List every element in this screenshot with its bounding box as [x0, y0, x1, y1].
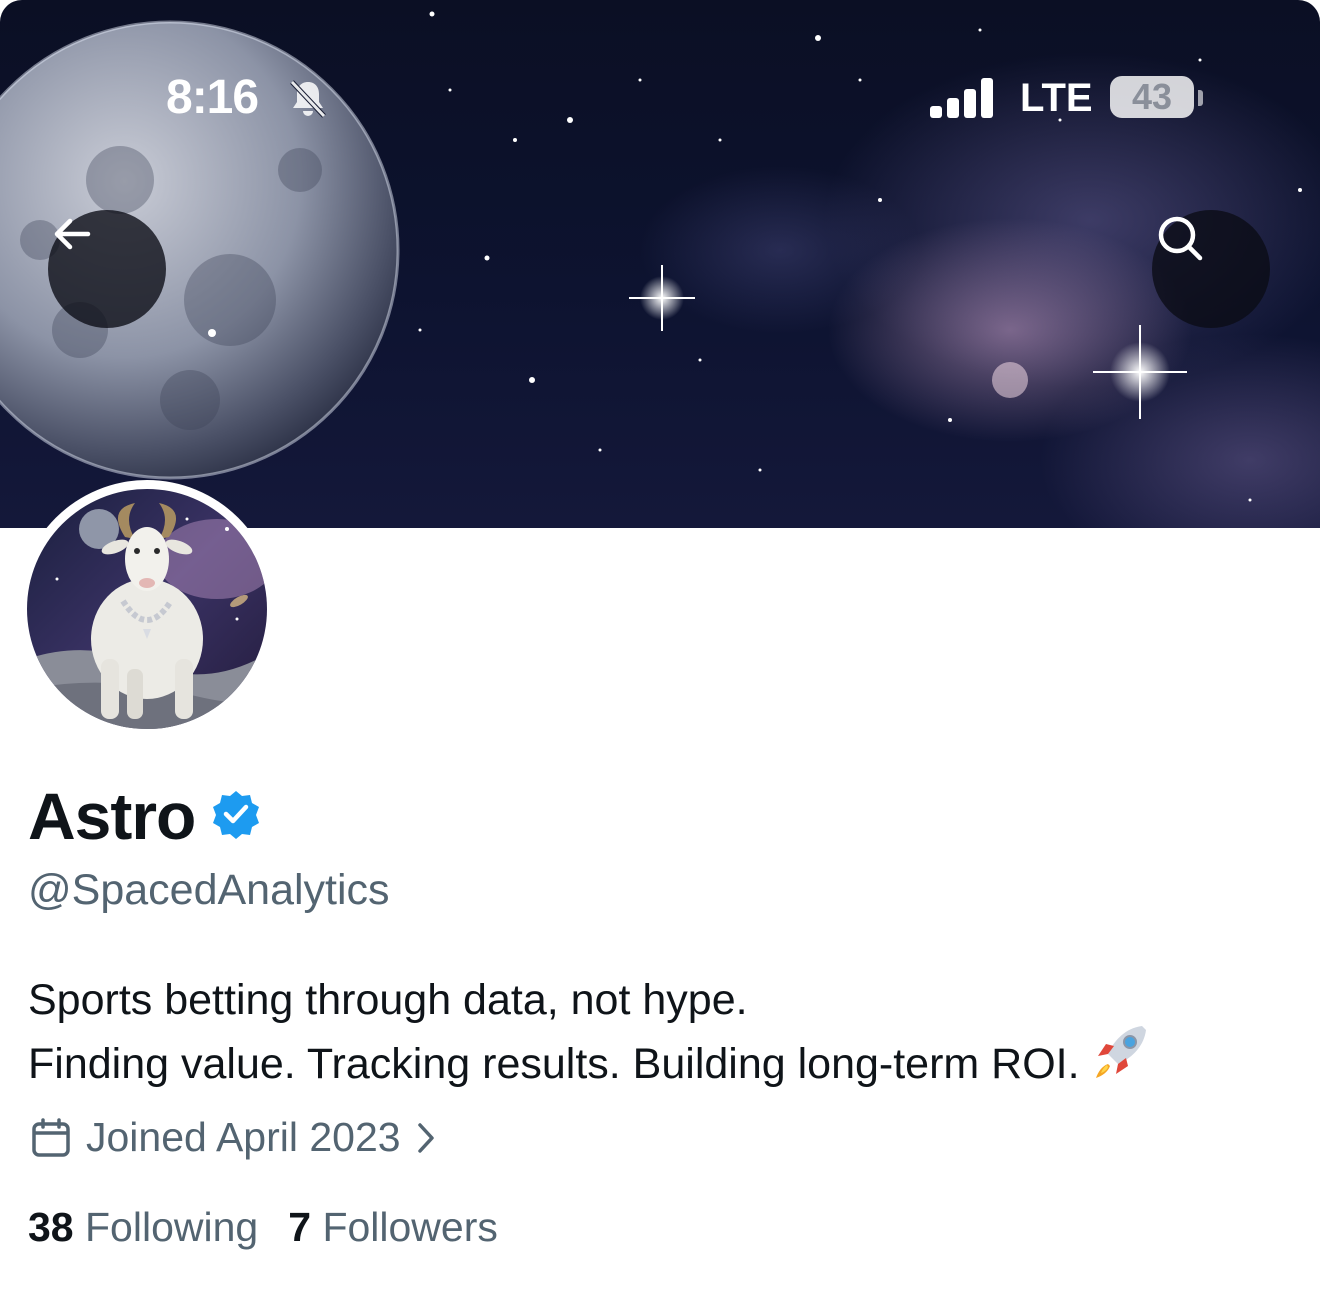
battery-tip [1198, 90, 1203, 106]
follow-stats: 38 Following 7 Followers [28, 1204, 498, 1251]
profile-banner[interactable]: 8:16 LTE 43 [0, 0, 1320, 528]
name-row: Astro [28, 778, 261, 854]
chevron-right-icon [417, 1122, 434, 1153]
rocket-icon [1090, 1020, 1152, 1100]
followers-label: Followers [322, 1204, 498, 1250]
calendar-icon [32, 1117, 70, 1157]
status-time: 8:16 [166, 71, 259, 124]
following-link[interactable]: 38 Following [28, 1204, 258, 1251]
following-count: 38 [28, 1204, 74, 1250]
bio-line-2-text: Finding value. Tracking results. Buildin… [28, 1040, 1080, 1088]
joined-date: Joined April 2023 [86, 1114, 401, 1160]
search-icon [1158, 216, 1203, 261]
battery-icon: 43 [1110, 76, 1194, 118]
back-button[interactable] [48, 210, 166, 328]
profile-handle: @SpacedAnalytics [28, 866, 390, 914]
joined-row[interactable]: Joined April 2023 [30, 1114, 437, 1161]
followers-link[interactable]: 7 Followers [288, 1204, 498, 1251]
bio-line-2: Finding value. Tracking results. Buildin… [28, 1025, 1298, 1100]
network-label: LTE [1020, 76, 1093, 120]
following-label: Following [85, 1204, 259, 1250]
display-name: Astro [28, 779, 196, 853]
search-button[interactable] [1152, 210, 1270, 328]
profile-bio: Sports betting through data, not hype. F… [28, 968, 1298, 1100]
goat-avatar-image [27, 489, 267, 729]
verified-badge-icon[interactable] [211, 789, 261, 844]
followers-count: 7 [288, 1204, 312, 1250]
avatar[interactable] [27, 489, 267, 729]
arrow-left-icon [54, 218, 91, 250]
